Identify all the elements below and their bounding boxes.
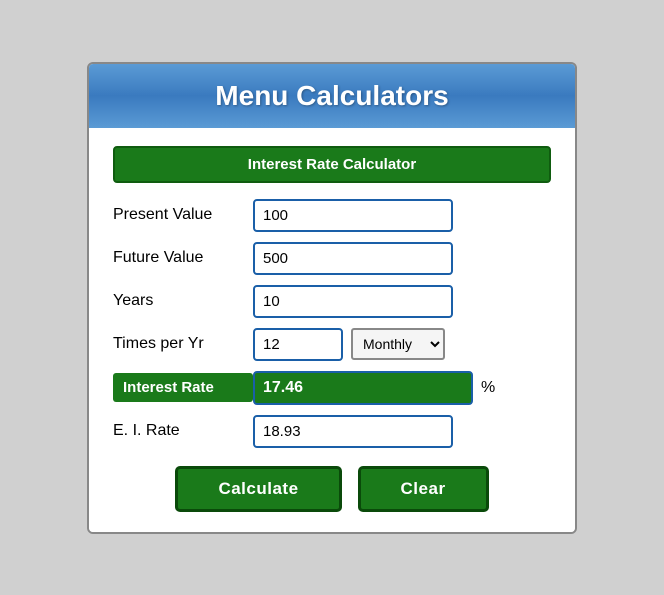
present-value-input[interactable] (253, 199, 453, 232)
present-value-label: Present Value (113, 206, 253, 224)
ei-rate-input[interactable] (253, 415, 453, 448)
section-title: Interest Rate Calculator (113, 146, 551, 183)
ei-rate-row: E. I. Rate (113, 415, 551, 448)
calculator-container: Menu Calculators Interest Rate Calculato… (87, 62, 577, 534)
interest-rate-label: Interest Rate (113, 373, 253, 402)
interest-rate-input[interactable] (253, 371, 473, 405)
years-input[interactable] (253, 285, 453, 318)
future-value-row: Future Value (113, 242, 551, 275)
times-per-yr-input[interactable] (253, 328, 343, 361)
times-per-yr-row: Times per Yr Daily Weekly Monthly Quarte… (113, 328, 551, 361)
years-label: Years (113, 292, 253, 310)
frequency-select[interactable]: Daily Weekly Monthly Quarterly Annually (351, 328, 445, 360)
percent-symbol: % (481, 379, 495, 397)
button-row: Calculate Clear (113, 466, 551, 512)
calculate-button[interactable]: Calculate (175, 466, 341, 512)
future-value-label: Future Value (113, 249, 253, 267)
app-title: Menu Calculators (109, 80, 555, 112)
times-controls: Daily Weekly Monthly Quarterly Annually (253, 328, 445, 361)
ei-rate-label: E. I. Rate (113, 422, 253, 440)
years-row: Years (113, 285, 551, 318)
calc-body: Interest Rate Calculator Present Value F… (89, 128, 575, 532)
times-per-yr-label: Times per Yr (113, 335, 253, 353)
clear-button[interactable]: Clear (358, 466, 489, 512)
future-value-input[interactable] (253, 242, 453, 275)
header: Menu Calculators (89, 64, 575, 128)
interest-rate-row: Interest Rate % (113, 371, 551, 405)
present-value-row: Present Value (113, 199, 551, 232)
